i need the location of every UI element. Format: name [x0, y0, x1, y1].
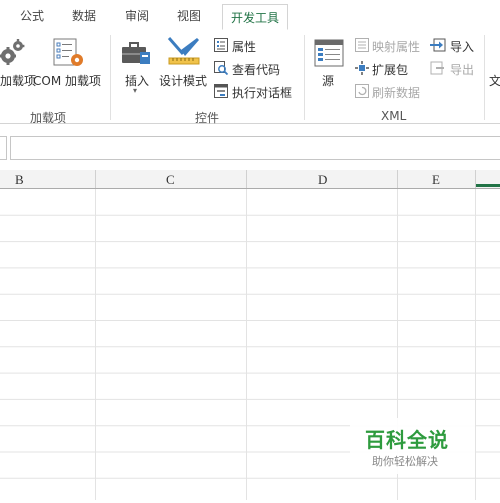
- import-button[interactable]: 导入: [450, 38, 474, 55]
- watermark: 百科全说 助你轻松解决: [350, 418, 475, 474]
- group-divider: [304, 35, 305, 120]
- selected-column-marker: [476, 184, 500, 187]
- group-divider: [484, 35, 485, 120]
- export-icon: [430, 61, 446, 75]
- document-panel-button[interactable]: 文: [489, 72, 500, 89]
- refresh-data-icon: [355, 84, 369, 98]
- name-box[interactable]: [0, 136, 7, 160]
- tab-formulas[interactable]: 公式: [20, 7, 44, 24]
- tab-data[interactable]: 数据: [72, 7, 96, 24]
- ribbon-tab-bar: 公式 数据 审阅 视图 开发工具: [0, 0, 500, 31]
- group-divider: [110, 35, 111, 120]
- tab-review[interactable]: 审阅: [125, 7, 149, 24]
- xml-source-icon: [313, 38, 345, 68]
- watermark-title: 百科全说: [365, 428, 449, 452]
- run-dialog-icon: [214, 84, 228, 98]
- map-properties-icon: [355, 38, 369, 52]
- chevron-down-icon[interactable]: ▾: [133, 86, 137, 95]
- watermark-subtitle: 助你轻松解决: [372, 455, 438, 468]
- addins-button[interactable]: 加载项: [0, 72, 36, 89]
- column-header-b[interactable]: B: [15, 172, 24, 188]
- expansion-packs-icon: [355, 61, 369, 75]
- ribbon: 加载项 COM 加载项 加载项 插入 ▾ 设计模式 属性 查看代码 执行对话框 …: [0, 30, 500, 125]
- toolbox-icon: [120, 38, 152, 68]
- properties-icon: [214, 38, 228, 52]
- map-properties-button[interactable]: 映射属性: [372, 38, 420, 55]
- column-header-c[interactable]: C: [166, 172, 175, 188]
- view-code-icon: [214, 61, 229, 76]
- view-code-button[interactable]: 查看代码: [232, 61, 280, 78]
- tab-view[interactable]: 视图: [177, 7, 201, 24]
- design-mode-icon: [167, 36, 201, 68]
- com-addins-button[interactable]: COM 加载项: [33, 72, 101, 89]
- export-button[interactable]: 导出: [450, 61, 474, 78]
- tab-developer[interactable]: 开发工具: [222, 4, 289, 30]
- column-divider[interactable]: [246, 170, 247, 188]
- group-label-xml: XML: [381, 109, 407, 123]
- design-mode-button[interactable]: 设计模式: [159, 72, 207, 89]
- gears-icon: [0, 38, 28, 68]
- expansion-packs-button[interactable]: 扩展包: [372, 61, 408, 78]
- formula-input[interactable]: [10, 136, 500, 160]
- formula-bar: [0, 124, 500, 170]
- column-divider[interactable]: [95, 170, 96, 188]
- com-addins-icon: [52, 38, 86, 68]
- refresh-data-button[interactable]: 刷新数据: [372, 84, 420, 101]
- import-icon: [430, 38, 446, 52]
- xml-source-button[interactable]: 源: [322, 72, 334, 89]
- column-divider[interactable]: [397, 170, 398, 188]
- properties-button[interactable]: 属性: [232, 38, 256, 55]
- run-dialog-button[interactable]: 执行对话框: [232, 84, 292, 101]
- column-header-d[interactable]: D: [318, 172, 327, 188]
- column-header-e[interactable]: E: [432, 172, 440, 188]
- column-headers: B C D E: [0, 170, 500, 189]
